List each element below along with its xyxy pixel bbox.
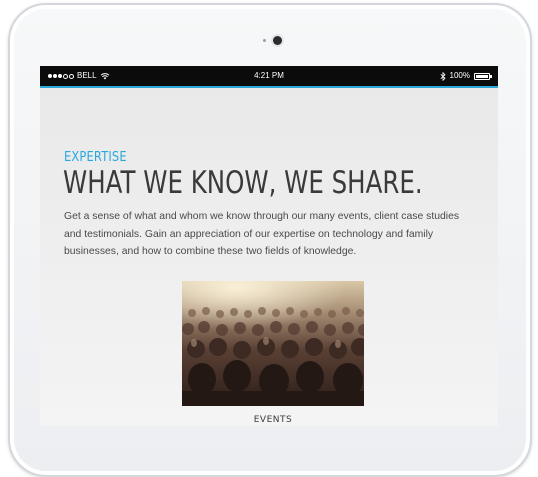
intro-paragraph: Get a sense of what and whom we know thr… bbox=[64, 208, 494, 261]
page-content: EXPERTISE WHAT WE KNOW, WE SHARE. Get a … bbox=[40, 88, 498, 426]
events-image[interactable] bbox=[182, 281, 364, 406]
intro-line: businesses, and how to combine these two… bbox=[64, 246, 357, 257]
intro-line: and testimonials. Gain an appreciation o… bbox=[64, 228, 434, 240]
battery-percent: 100% bbox=[449, 71, 470, 80]
status-time: 4:21 PM bbox=[254, 71, 284, 80]
tablet-screen: BELL 4:21 PM 100% EXPERTISE WHAT WE KNOW… bbox=[40, 66, 498, 426]
status-right: 100% bbox=[440, 66, 492, 86]
intro-line: Get a sense of what and whom we know thr… bbox=[64, 211, 460, 222]
section-kicker: EXPERTISE bbox=[64, 150, 127, 165]
status-bar: BELL 4:21 PM 100% bbox=[40, 66, 498, 88]
page-title: WHAT WE KNOW, WE SHARE. bbox=[63, 165, 423, 201]
camera-icon bbox=[273, 36, 282, 45]
battery-icon bbox=[474, 72, 492, 80]
bluetooth-icon bbox=[440, 71, 446, 81]
crowd-photo bbox=[182, 281, 364, 406]
sensor-icon bbox=[263, 39, 266, 42]
events-caption[interactable]: EVENTS bbox=[182, 415, 364, 425]
